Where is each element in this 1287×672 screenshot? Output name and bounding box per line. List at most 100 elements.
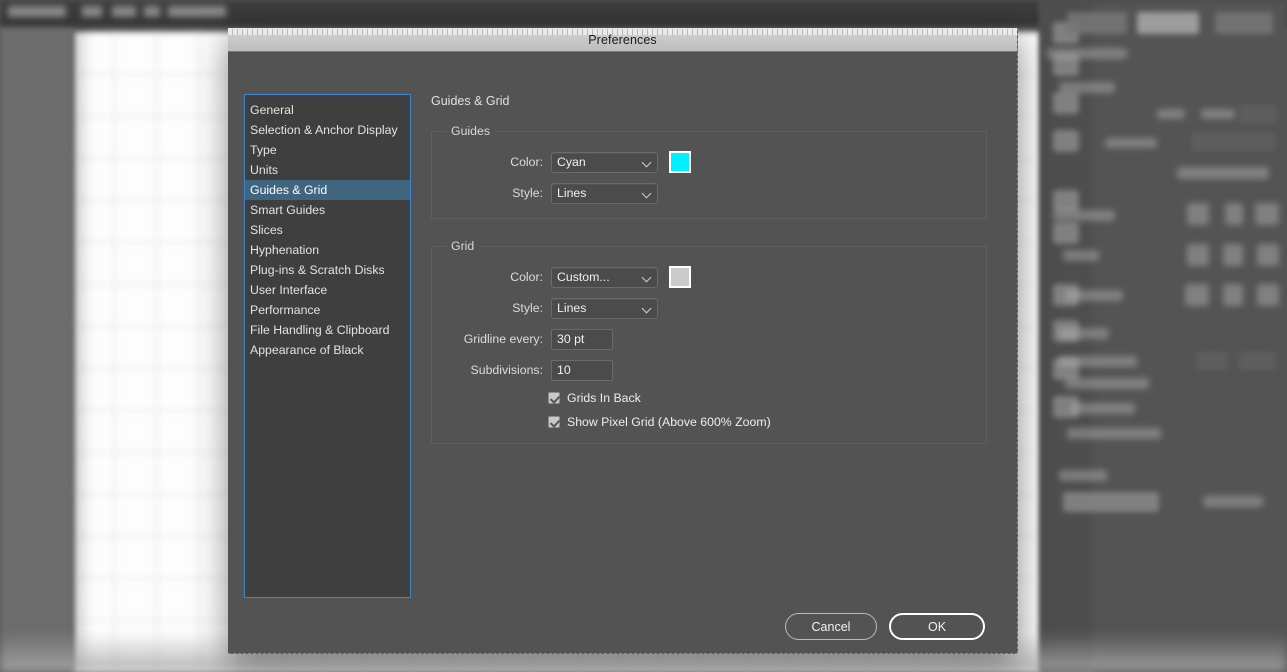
- panel-label: [1059, 82, 1115, 93]
- gridline-every-input[interactable]: 30 pt: [551, 328, 613, 350]
- sidebar-item-hyphenation[interactable]: Hyphenation: [245, 240, 410, 260]
- tool-icon: [1053, 190, 1079, 212]
- gridline-every-row: Gridline every: 30 pt: [444, 328, 974, 350]
- subdivisions-label: Subdivisions:: [470, 363, 543, 377]
- left-workspace-strip: [0, 26, 74, 672]
- panel-label: [1047, 48, 1127, 59]
- grids-in-back-label: Grids In Back: [567, 391, 641, 405]
- grid-group: Grid Color: Custom... Style: Lines Gridl…: [431, 239, 987, 444]
- sidebar-item-units[interactable]: Units: [245, 160, 410, 180]
- ok-button[interactable]: OK: [889, 613, 985, 640]
- panel-label: [1059, 470, 1107, 481]
- grid-style-row: Style: Lines: [444, 297, 974, 319]
- guides-style-value: Lines: [557, 186, 587, 200]
- chevron-down-icon: [643, 158, 652, 167]
- panel-icon: [1223, 244, 1243, 266]
- guides-color-swatch[interactable]: [669, 151, 691, 173]
- panel-button: [1063, 492, 1159, 512]
- panel-tab: [1067, 12, 1127, 34]
- grid-color-value: Custom...: [557, 270, 610, 284]
- panel-label: [1065, 290, 1123, 301]
- grids-in-back-checkbox[interactable]: [548, 392, 560, 404]
- panel-icon: [1257, 284, 1279, 306]
- subdivisions-input[interactable]: 10: [551, 359, 613, 381]
- dialog-footer: Cancel OK: [785, 613, 985, 640]
- sidebar-item-slices[interactable]: Slices: [245, 220, 410, 240]
- panel-label: [1059, 328, 1109, 339]
- panel-icon: [1255, 203, 1279, 225]
- sidebar-item-appearance-of-black[interactable]: Appearance of Black: [245, 340, 410, 360]
- preferences-content-pane: Guides & Grid Guides Color: Cyan Style: …: [431, 94, 987, 464]
- panel-label: [1067, 428, 1161, 439]
- panel-label: [1053, 210, 1115, 221]
- guides-style-select[interactable]: Lines: [551, 182, 658, 204]
- guides-color-row: Color: Cyan: [444, 151, 974, 173]
- panel-icon: [1225, 203, 1243, 225]
- sidebar-item-general[interactable]: General: [245, 100, 410, 120]
- grid-color-row: Color: Custom...: [444, 266, 974, 288]
- sidebar-item-file-handling-clipboard[interactable]: File Handling & Clipboard: [245, 320, 410, 340]
- sidebar-item-plugins-scratch-disks[interactable]: Plug-ins & Scratch Disks: [245, 260, 410, 280]
- tool-icon: [1053, 130, 1079, 152]
- panel-label: [1063, 250, 1099, 261]
- show-pixel-grid-checkbox[interactable]: [548, 416, 560, 428]
- panel-icon: [1185, 284, 1209, 306]
- preferences-dialog: Preferences General Selection & Anchor D…: [228, 28, 1018, 654]
- grid-color-swatch[interactable]: [669, 266, 691, 288]
- sidebar-item-performance[interactable]: Performance: [245, 300, 410, 320]
- panel-icon: [1223, 284, 1243, 306]
- page-title: Guides & Grid: [431, 94, 510, 108]
- panel-field: [1239, 105, 1277, 123]
- show-pixel-grid-label: Show Pixel Grid (Above 600% Zoom): [567, 415, 771, 429]
- guides-color-value: Cyan: [557, 155, 586, 169]
- panel-label: [1201, 109, 1235, 119]
- preferences-category-list[interactable]: General Selection & Anchor Display Type …: [244, 94, 411, 598]
- sidebar-item-type[interactable]: Type: [245, 140, 410, 160]
- cancel-button[interactable]: Cancel: [785, 613, 877, 640]
- app-titlebar-text: [8, 6, 238, 17]
- panel-label: [1071, 403, 1135, 414]
- show-pixel-grid-row[interactable]: Show Pixel Grid (Above 600% Zoom): [444, 415, 974, 429]
- panel-label: [1065, 378, 1149, 389]
- panel-tab: [1215, 12, 1273, 34]
- subdivisions-row: Subdivisions: 10: [444, 359, 974, 381]
- dialog-body: General Selection & Anchor Display Type …: [228, 52, 1017, 654]
- panel-label: [1203, 496, 1263, 507]
- chevron-down-icon: [643, 304, 652, 313]
- grid-style-select[interactable]: Lines: [551, 297, 658, 319]
- sidebar-item-smart-guides[interactable]: Smart Guides: [245, 200, 410, 220]
- gridline-every-label: Gridline every:: [463, 332, 543, 346]
- panel-icon: [1257, 244, 1279, 266]
- grid-group-legend: Grid: [451, 239, 475, 253]
- grid-color-label: Color:: [510, 270, 543, 284]
- panel-icon: [1187, 203, 1209, 225]
- grid-style-value: Lines: [557, 301, 587, 315]
- tool-icon: [1053, 222, 1079, 244]
- guides-style-label: Style:: [512, 186, 543, 200]
- grid-color-select[interactable]: Custom...: [551, 266, 658, 288]
- dialog-title: Preferences: [588, 33, 657, 47]
- chevron-down-icon: [643, 273, 652, 282]
- grid-style-label: Style:: [512, 301, 543, 315]
- panel-label: [1105, 138, 1157, 148]
- panel-label: [1177, 167, 1269, 179]
- tool-icon: [1053, 92, 1079, 114]
- panel-field: [1239, 352, 1275, 370]
- guides-style-row: Style: Lines: [444, 182, 974, 204]
- dialog-titlebar[interactable]: Preferences: [228, 28, 1017, 52]
- panel-field: [1197, 352, 1227, 370]
- grids-in-back-row[interactable]: Grids In Back: [444, 391, 974, 405]
- guides-color-select[interactable]: Cyan: [551, 151, 658, 173]
- sidebar-item-selection-anchor-display[interactable]: Selection & Anchor Display: [245, 120, 410, 140]
- guides-color-label: Color:: [510, 155, 543, 169]
- panel-icon: [1187, 244, 1209, 266]
- sidebar-item-user-interface[interactable]: User Interface: [245, 280, 410, 300]
- panel-field: [1191, 133, 1275, 151]
- guides-group-legend: Guides: [451, 124, 490, 138]
- chevron-down-icon: [643, 189, 652, 198]
- sidebar-item-guides-grid[interactable]: Guides & Grid: [245, 180, 410, 200]
- panel-tab-active: [1137, 12, 1199, 34]
- panel-label: [1059, 356, 1137, 367]
- guides-group: Guides Color: Cyan Style: Lines: [431, 124, 987, 219]
- panel-label: [1157, 109, 1185, 119]
